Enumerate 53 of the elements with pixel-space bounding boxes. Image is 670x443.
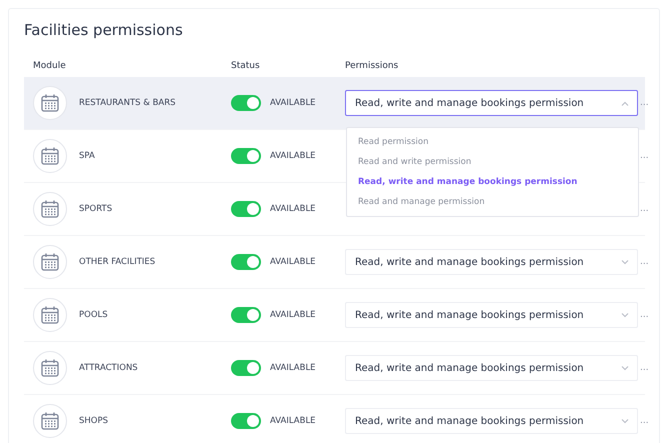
more-menu[interactable]: ... (638, 151, 649, 161)
permission-select[interactable]: Read, write and manage bookings permission (345, 249, 638, 275)
dropdown-option[interactable]: Read, write and manage bookings permission (347, 172, 638, 192)
chevron-icon (621, 100, 629, 106)
status-label: AVAILABLE (270, 257, 316, 267)
dropdown-option[interactable]: Read permission (347, 132, 638, 152)
module-name: SPA (79, 151, 95, 161)
toggle-switch[interactable] (231, 413, 261, 429)
chevron-icon (621, 366, 629, 370)
toggle-switch[interactable] (231, 95, 261, 111)
calendar-icon (40, 146, 60, 166)
status-label: AVAILABLE (270, 416, 316, 426)
calendar-icon (40, 305, 60, 325)
calendar-icon (40, 252, 60, 272)
toggle-switch[interactable] (231, 201, 261, 217)
toggle-switch[interactable] (231, 360, 261, 376)
more-menu[interactable]: ... (638, 204, 649, 214)
column-header: Permissions (345, 61, 400, 71)
status-label: AVAILABLE (270, 98, 316, 108)
status-label: AVAILABLE (270, 363, 316, 373)
module-name: ATTRACTIONS (79, 363, 138, 373)
permission-select[interactable]: Read, write and manage bookings permission (345, 302, 638, 328)
chevron-icon (621, 312, 629, 318)
more-menu[interactable]: ... (638, 310, 649, 320)
toggle-switch[interactable] (231, 254, 261, 270)
status-label: AVAILABLE (270, 310, 316, 320)
toggle-switch[interactable] (231, 307, 261, 323)
status-label: AVAILABLE (270, 204, 316, 214)
module-name: SPORTS (79, 204, 112, 214)
dropdown-option[interactable]: Read and write permission (347, 152, 638, 172)
column-header: Module (33, 61, 67, 71)
permission-select[interactable]: Read, write and manage bookings permission (345, 408, 638, 434)
chevron-icon (621, 418, 629, 424)
chevron-icon (621, 260, 629, 264)
calendar-icon (40, 411, 60, 431)
module-name: POOLS (79, 310, 108, 320)
section-title: Facilities permissions (24, 21, 184, 39)
more-menu[interactable]: ... (638, 257, 649, 267)
dropdown-option[interactable]: Read and manage permission (347, 192, 638, 212)
permission-select[interactable]: Read, write and manage bookings permission (345, 355, 638, 381)
module-name: OTHER FACILITIES (79, 257, 156, 267)
more-menu[interactable]: ... (638, 363, 649, 373)
more-menu[interactable]: ... (638, 416, 649, 426)
permission-select[interactable]: Read, write and manage bookings permission (345, 90, 638, 116)
module-name: SHOPS (79, 416, 108, 426)
calendar-icon (40, 358, 60, 378)
status-label: AVAILABLE (270, 151, 316, 161)
toggle-switch[interactable] (231, 148, 261, 164)
calendar-icon (40, 199, 60, 219)
column-header: Status (231, 61, 261, 71)
more-menu[interactable]: ... (638, 98, 649, 108)
calendar-icon (40, 93, 60, 113)
module-name: RESTAURANTS & BARS (79, 98, 176, 108)
